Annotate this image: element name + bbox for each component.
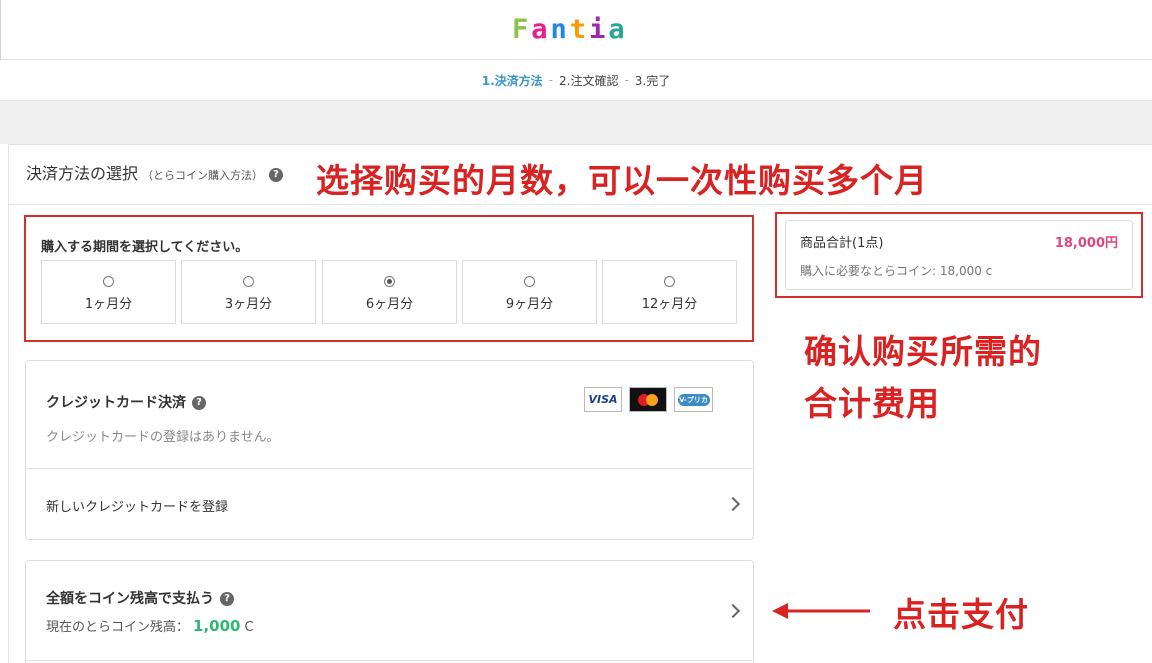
mastercard-logo — [629, 387, 667, 412]
help-icon[interactable]: ? — [220, 592, 234, 606]
step-separator: - — [624, 73, 629, 87]
vpreca-logo: V-プリカ — [674, 387, 713, 412]
period-option-label: 3ヶ月分 — [224, 297, 273, 312]
credit-card-title: クレジットカード決済? — [46, 392, 206, 412]
logo-letter: a — [531, 13, 549, 45]
logo-letter: i — [589, 13, 607, 45]
site-header: F a n t i a — [0, 0, 1152, 60]
period-option-9[interactable]: 9ヶ月分 — [462, 260, 597, 324]
step-separator: - — [548, 73, 553, 87]
radio-button-checked[interactable] — [384, 276, 395, 287]
fantia-logo[interactable]: F a n t i a — [512, 13, 626, 45]
page-subtitle: （とらコイン購入方法） — [142, 169, 264, 182]
coin-balance-unit: C — [244, 620, 254, 635]
coin-payment-title[interactable]: 全額をコイン残高で支払う? — [46, 588, 234, 608]
period-option-3[interactable]: 3ヶ月分 — [181, 260, 316, 324]
radio-button[interactable] — [664, 276, 675, 287]
visa-logo: VISA — [584, 387, 622, 412]
credit-card-none-registered: クレジットカードの登録はありません。 — [46, 430, 280, 445]
period-option-12[interactable]: 12ヶ月分 — [602, 260, 737, 324]
summary-price: 18,000円 — [1054, 236, 1118, 251]
coin-balance: 現在のとらコイン残高： 1,000 C — [46, 616, 254, 635]
title-divider — [9, 204, 1152, 205]
help-icon[interactable]: ? — [269, 167, 284, 182]
annotation-select-months: 选择购买的月数，可以一次性购买多个月 — [316, 161, 928, 200]
coin-panel-divider — [26, 660, 753, 661]
annotation-confirm-total-line2: 合计费用 — [804, 384, 940, 423]
register-new-card-link[interactable]: 新しいクレジットカードを登録 — [46, 496, 228, 515]
annotation-confirm-total: 确认购买所需的 合计费用 — [804, 326, 1042, 430]
checkout-steps: 1.決済方法 - 2.注文確認 - 3.完了 — [0, 60, 1152, 101]
logo-letter: a — [608, 13, 626, 45]
coin-balance-label: 現在のとらコイン残高： — [46, 620, 190, 635]
summary-label: 商品合計(1点) — [800, 236, 884, 251]
page-title: 決済方法の選択 （とらコイン購入方法）? — [26, 160, 284, 184]
annotation-click-pay: 点击支付 — [893, 595, 1029, 634]
credit-card-title-text: クレジットカード決済 — [46, 395, 186, 411]
radio-button[interactable] — [103, 276, 114, 287]
gray-band — [0, 101, 1152, 144]
coin-payment-panel[interactable] — [25, 560, 754, 663]
vpreca-logo-text: V-プリカ — [677, 393, 710, 406]
radio-button[interactable] — [243, 276, 254, 287]
logo-letter: t — [569, 13, 588, 45]
coin-payment-title-text: 全額をコイン残高で支払う — [46, 591, 214, 607]
help-icon[interactable]: ? — [192, 396, 206, 410]
summary-coins-needed: 購入に必要なとらコイン: 18,000 c — [800, 264, 993, 278]
period-option-6[interactable]: 6ヶ月分 — [322, 260, 457, 324]
mastercard-yellow-circle — [646, 393, 658, 406]
step-order-confirm: 2.注文確認 — [559, 73, 619, 88]
arrow-left-icon — [772, 603, 870, 619]
step-payment-method: 1.決済方法 — [481, 73, 543, 88]
logo-letter: F — [512, 13, 530, 45]
order-summary — [785, 220, 1133, 290]
coin-balance-value: 1,000 — [193, 617, 241, 635]
logo-letter: n — [550, 13, 568, 45]
period-option-label: 12ヶ月分 — [641, 297, 698, 312]
annotation-confirm-total-line1: 确认购买所需的 — [804, 332, 1042, 371]
period-option-label: 1ヶ月分 — [84, 297, 133, 312]
page: F a n t i a 1.決済方法 - 2.注文確認 - 3.完了 決済方法の… — [0, 0, 1152, 663]
period-option-label: 9ヶ月分 — [505, 297, 554, 312]
period-prompt: 購入する期間を選択してください。 — [41, 240, 249, 255]
step-complete: 3.完了 — [634, 73, 671, 88]
radio-button[interactable] — [524, 276, 535, 287]
credit-card-divider — [26, 468, 753, 469]
period-option-1[interactable]: 1ヶ月分 — [41, 260, 176, 324]
period-option-label: 6ヶ月分 — [365, 297, 414, 312]
page-title-text: 決済方法の選択 — [26, 164, 139, 183]
